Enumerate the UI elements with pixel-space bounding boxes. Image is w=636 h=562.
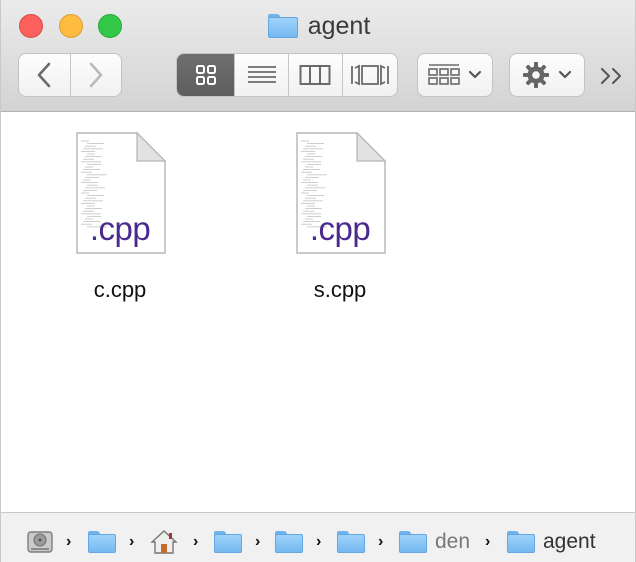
window-title: agent — [1, 10, 635, 42]
path-separator-icon: › — [193, 533, 199, 550]
file-item[interactable]: .cpp c.cpp — [40, 131, 200, 303]
window-title-text: agent — [307, 12, 371, 40]
double-chevron-right-icon — [601, 68, 621, 84]
path-item-label: agent — [543, 530, 596, 553]
toolbar-overflow-button[interactable] — [597, 64, 627, 88]
columns-icon — [299, 65, 331, 85]
icon-grid-icon — [195, 65, 216, 85]
file-item[interactable]: .cpp s.cpp — [260, 131, 420, 303]
path-bar: › › › › › › den › agent — [1, 512, 635, 562]
grid-arrange-icon — [428, 64, 460, 85]
chevron-down-icon — [468, 70, 482, 79]
hard-drive-icon — [27, 531, 53, 553]
user-folder-icon — [88, 531, 116, 553]
chevron-left-icon — [38, 62, 51, 88]
chevron-down-icon — [558, 70, 572, 79]
cover-flow-view-button[interactable] — [341, 54, 398, 96]
chevron-right-icon — [89, 62, 103, 88]
action-button[interactable] — [509, 53, 585, 97]
view-mode-control — [176, 53, 398, 97]
path-separator-icon: › — [316, 533, 322, 550]
cpp-document-icon: .cpp — [293, 131, 387, 255]
path-separator-icon: › — [255, 533, 261, 550]
file-icon-grid: .cpp c.cpp .cpp s.cpp — [1, 113, 635, 512]
path-item-home[interactable] — [150, 530, 178, 554]
file-type-label: .cpp — [309, 210, 371, 247]
cpp-document-icon: .cpp — [73, 131, 167, 255]
path-item-den[interactable]: den — [399, 530, 470, 554]
folder-icon — [507, 531, 535, 553]
navigation-group — [18, 53, 122, 97]
path-item-label: den — [435, 530, 471, 553]
folder-icon — [267, 14, 298, 38]
back-button[interactable] — [19, 54, 70, 96]
forward-button[interactable] — [69, 54, 121, 96]
toolbar: agent — [1, 0, 635, 112]
file-name[interactable]: s.cpp — [260, 277, 420, 303]
path-item-agent[interactable]: agent — [507, 530, 596, 554]
folder-icon — [275, 531, 303, 553]
path-separator-icon: › — [129, 533, 135, 550]
gear-icon — [523, 62, 549, 88]
arrange-button[interactable] — [417, 53, 493, 97]
file-name[interactable]: c.cpp — [40, 277, 200, 303]
file-type-label: .cpp — [89, 210, 151, 247]
folder-icon — [399, 531, 427, 553]
path-separator-icon: › — [485, 533, 491, 550]
finder-window: agent .cpp c.cpp .cpp s.cpp › › › › › › … — [0, 0, 636, 562]
list-view-button[interactable] — [234, 54, 288, 96]
path-item-folder[interactable] — [275, 530, 303, 554]
app-folder-icon — [214, 531, 242, 553]
column-view-button[interactable] — [287, 54, 342, 96]
path-separator-icon: › — [66, 533, 72, 550]
path-separator-icon: › — [378, 533, 384, 550]
icon-view-button[interactable] — [177, 54, 235, 96]
cover-flow-icon — [350, 64, 389, 86]
path-item-apps[interactable] — [214, 530, 242, 554]
path-item-disk[interactable] — [27, 530, 53, 554]
folder-icon — [337, 531, 365, 553]
path-item-users[interactable] — [88, 530, 116, 554]
path-item-folder[interactable] — [337, 530, 365, 554]
home-icon — [150, 530, 178, 554]
list-lines-icon — [247, 66, 276, 83]
